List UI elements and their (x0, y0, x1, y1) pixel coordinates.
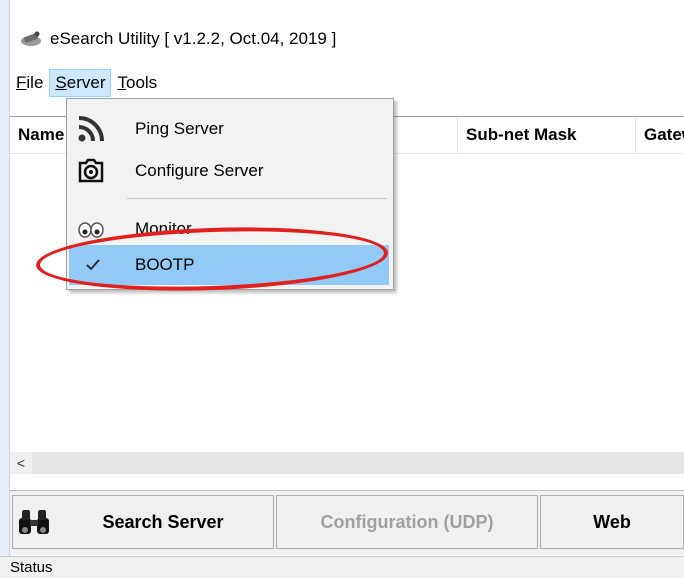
rss-icon (77, 115, 105, 143)
menu-bar: File Server Tools (10, 68, 684, 98)
menu-server-rest: erver (66, 73, 106, 92)
menu-file-accel: F (16, 73, 27, 92)
button-bar: Search Server Configuration (UDP) Web (10, 490, 684, 555)
esearch-app-icon (18, 29, 44, 49)
scroll-left-icon[interactable]: < (10, 452, 32, 474)
web-button[interactable]: Web (540, 495, 684, 549)
window-title: eSearch Utility [ v1.2.2, Oct.04, 2019 ] (50, 29, 337, 48)
menu-separator (127, 198, 387, 199)
menu-server[interactable]: Server (49, 69, 112, 97)
search-server-button[interactable]: Search Server (12, 495, 274, 549)
menu-item-ping-server[interactable]: Ping Server (67, 109, 393, 149)
binoculars-icon (17, 508, 51, 541)
left-window-edge (0, 0, 10, 578)
camera-gear-icon (77, 157, 105, 185)
column-header-subnet[interactable]: Sub-net Mask (458, 117, 636, 153)
horizontal-scrollbar[interactable]: < (10, 452, 684, 474)
menu-tools[interactable]: Tools (111, 69, 163, 97)
menu-item-configure-server[interactable]: Configure Server (67, 151, 393, 191)
menu-tools-rest: ools (125, 73, 158, 92)
title-bar: eSearch Utility [ v1.2.2, Oct.04, 2019 ] (10, 24, 684, 54)
menu-file-rest: ile (26, 73, 44, 92)
status-bar: Status (0, 556, 684, 578)
search-server-label: Search Server (102, 511, 224, 532)
ping-server-label: Ping Server (135, 119, 224, 138)
menu-file[interactable]: File (10, 69, 49, 97)
configure-server-label: Configure Server (135, 161, 264, 180)
configuration-udp-button[interactable]: Configuration (UDP) (276, 495, 538, 549)
menu-tools-accel: T (117, 73, 126, 92)
menu-server-accel: S (55, 73, 67, 92)
column-header-gateway[interactable]: Gateway (636, 117, 684, 153)
